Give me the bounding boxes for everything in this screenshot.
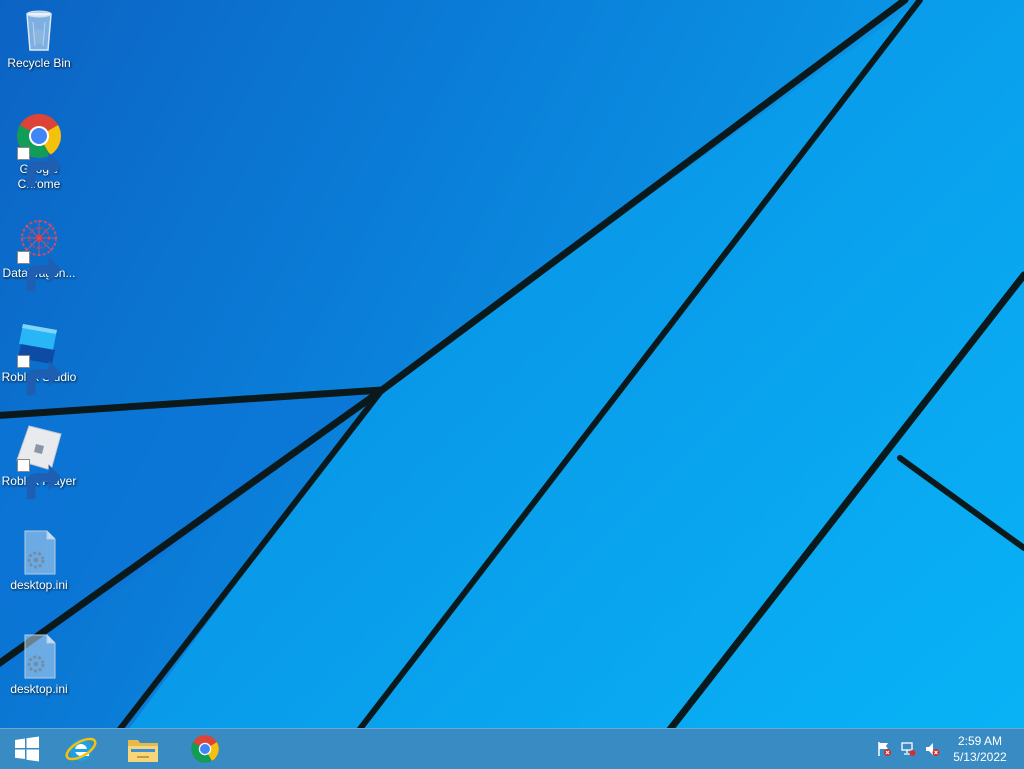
recycle-bin-icon	[15, 6, 63, 54]
desktop-icon-roblox-studio[interactable]: Roblox Studio	[1, 320, 77, 396]
desktop[interactable]: Recycle Bin Google Chrome	[0, 0, 1024, 728]
shortcut-arrow-icon	[17, 251, 62, 292]
taskbar-file-explorer[interactable]	[116, 729, 170, 769]
desktop-icon-google-chrome[interactable]: Google Chrome	[1, 112, 77, 192]
volume-muted-icon[interactable]	[920, 741, 944, 757]
shortcut-arrow-icon	[17, 355, 62, 396]
chrome-icon	[191, 735, 219, 763]
settings-file-icon	[15, 632, 63, 680]
wallpaper	[0, 0, 1024, 728]
network-icon[interactable]	[896, 741, 920, 757]
action-center-flag-icon[interactable]	[872, 741, 896, 757]
start-button[interactable]	[0, 729, 54, 769]
desktop-icon-datawagon[interactable]: DataWagon...	[1, 216, 77, 292]
desktop-icon-roblox-player[interactable]: Roblox Player	[1, 424, 77, 500]
system-tray	[872, 729, 944, 769]
desktop-icon-recycle-bin[interactable]: Recycle Bin	[1, 6, 77, 71]
clock-date: 5/13/2022	[953, 750, 1007, 764]
chrome-icon	[15, 112, 63, 188]
clock-time: 2:59 AM	[957, 734, 1003, 748]
desktop-icon-desktop-ini[interactable]: desktop.ini	[1, 632, 77, 697]
desktop-icon-label: Recycle Bin	[7, 56, 71, 70]
shortcut-arrow-icon	[17, 459, 62, 500]
desktop-icon-label: desktop.ini	[10, 682, 68, 696]
taskbar-google-chrome[interactable]	[178, 729, 232, 769]
roblox-studio-icon	[15, 320, 63, 396]
file-explorer-icon	[128, 740, 158, 762]
shortcut-arrow-icon	[17, 147, 62, 188]
taskbar-internet-explorer[interactable]	[54, 729, 108, 769]
settings-file-icon	[15, 528, 63, 576]
desktop-icon-desktop-ini[interactable]: desktop.ini	[1, 528, 77, 593]
taskbar: 2:59 AM 5/13/2022	[0, 728, 1024, 769]
internet-explorer-icon	[65, 737, 97, 761]
datawagon-icon	[15, 216, 63, 292]
taskbar-clock[interactable]: 2:59 AM 5/13/2022	[950, 733, 1010, 765]
windows-logo-icon	[15, 736, 39, 762]
desktop-icon-label: desktop.ini	[10, 578, 68, 592]
roblox-player-icon	[15, 424, 63, 500]
